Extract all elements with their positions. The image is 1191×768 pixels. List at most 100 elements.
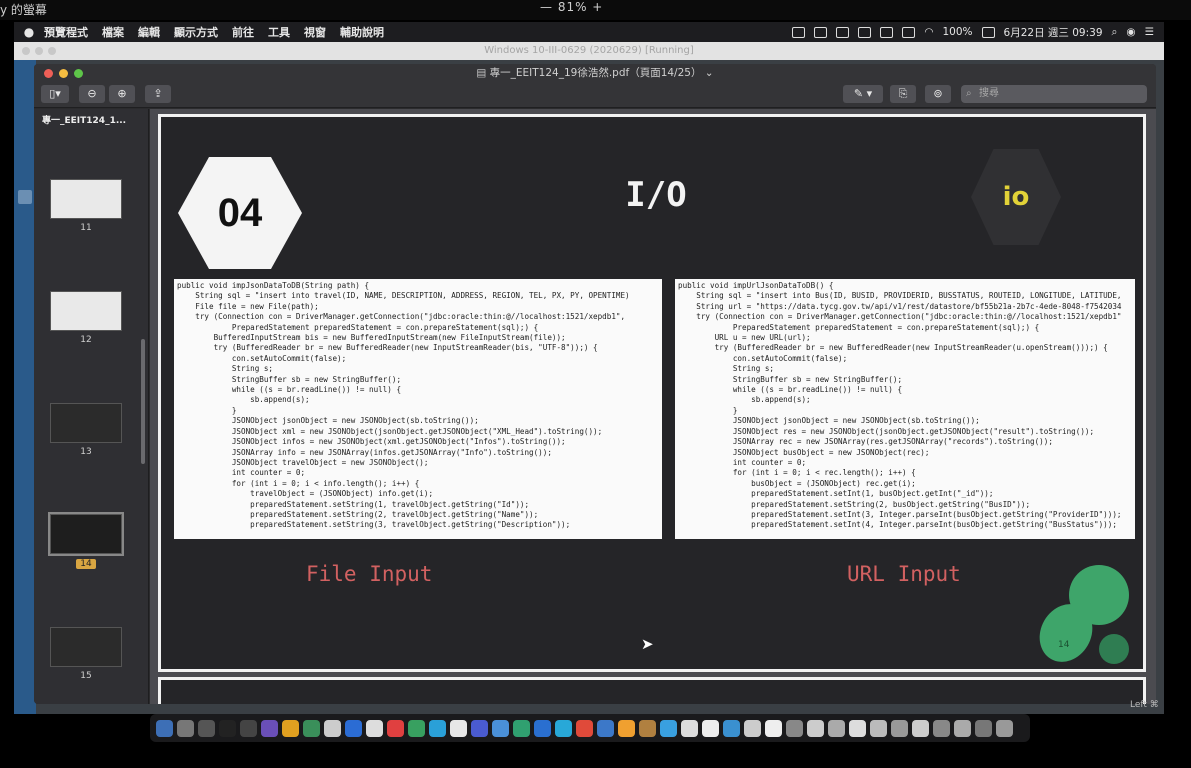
- menu-item-go[interactable]: 前往: [232, 24, 254, 40]
- rotate-button[interactable]: ⎘: [890, 85, 916, 103]
- menu-item-help[interactable]: 輔助說明: [340, 24, 384, 40]
- battery-text[interactable]: 100%: [943, 26, 973, 38]
- dock-app-icon[interactable]: [828, 719, 845, 737]
- chat-icon[interactable]: [858, 26, 872, 38]
- sidebar-scrollbar[interactable]: [141, 339, 145, 464]
- keyboard-icon[interactable]: [902, 26, 916, 38]
- dock-app-icon[interactable]: [891, 719, 908, 737]
- zoom-in-button[interactable]: ⊕: [109, 85, 135, 103]
- dock-app-icon[interactable]: [702, 719, 719, 737]
- zoom-button[interactable]: [74, 69, 83, 78]
- dock-app-icon[interactable]: [912, 719, 929, 737]
- dock-app-icon[interactable]: [261, 719, 278, 737]
- code-line: try (Connection con = DriverManager.getC…: [678, 312, 1122, 322]
- desktop-icon[interactable]: [18, 190, 32, 204]
- thumbnail-page-15[interactable]: [50, 627, 122, 667]
- dock-app-icon[interactable]: [324, 719, 341, 737]
- sidebar-toggle-button[interactable]: ▯▾: [41, 85, 69, 103]
- dock-app-icon[interactable]: [513, 719, 530, 737]
- dock-app-icon[interactable]: [744, 719, 761, 737]
- zoom-out-button[interactable]: ⊖: [79, 85, 105, 103]
- dock-app-icon[interactable]: [156, 719, 173, 737]
- thumbnail-page-11[interactable]: [50, 179, 122, 219]
- dock-app-icon[interactable]: [954, 719, 971, 737]
- vm-close-button[interactable]: [22, 47, 30, 55]
- markup-pen-button[interactable]: ✎ ▾: [843, 85, 883, 103]
- dock-app-icon[interactable]: [723, 719, 740, 737]
- dock-app-icon[interactable]: [765, 719, 782, 737]
- vm-minimize-button[interactable]: [35, 47, 43, 55]
- dock-app-icon[interactable]: [807, 719, 824, 737]
- control-center-icon[interactable]: ☰: [1145, 26, 1154, 38]
- dock-app-icon[interactable]: [933, 719, 950, 737]
- code-line: String s;: [678, 364, 775, 374]
- apple-icon[interactable]: ●: [14, 25, 44, 39]
- document-view[interactable]: 04 I/O io public void impJsonDataToDB(St…: [150, 109, 1156, 704]
- menubar-datetime[interactable]: 6月22日 週三 09:39: [1004, 25, 1103, 40]
- dock-app-icon[interactable]: [387, 719, 404, 737]
- dock-app-icon[interactable]: [870, 719, 887, 737]
- menu-item-file[interactable]: 檔案: [102, 24, 124, 40]
- code-line: con.setAutoCommit(false);: [177, 353, 347, 363]
- menu-item-view[interactable]: 顯示方式: [174, 24, 218, 40]
- wifi-icon[interactable]: ◠: [924, 26, 933, 38]
- search-field[interactable]: ⌕ 搜尋: [961, 85, 1147, 103]
- input-method-icon[interactable]: [880, 26, 894, 38]
- dock-app-icon[interactable]: [429, 719, 446, 737]
- share-button[interactable]: ⇪: [145, 85, 171, 103]
- thumbnail-page-14[interactable]: [48, 512, 124, 556]
- app-status-icon[interactable]: [836, 26, 850, 38]
- annotate-button[interactable]: ⊚: [925, 85, 951, 103]
- spotlight-icon[interactable]: ⌕: [1112, 26, 1118, 39]
- siri-icon[interactable]: ◉: [1126, 26, 1135, 38]
- vm-window-titlebar[interactable]: Windows 10-III-0629 (2020629) [Running]: [14, 42, 1164, 60]
- menu-item-window[interactable]: 視窗: [304, 24, 326, 40]
- headphones-icon[interactable]: [792, 26, 806, 38]
- dock-app-icon[interactable]: [681, 719, 698, 737]
- dock-app-icon[interactable]: [597, 719, 614, 737]
- battery-icon: [981, 26, 995, 38]
- thumbnail-label: 15: [80, 671, 92, 681]
- thumbnail-label: 12: [80, 335, 92, 345]
- dock-app-icon[interactable]: [345, 719, 362, 737]
- preview-window: ▤ 專一_EEIT124_19徐浩然.pdf（頁面14/25） ⌄ ▯▾ ⊖ ⊕…: [34, 64, 1156, 704]
- dock-app-icon[interactable]: [198, 719, 215, 737]
- dock-app-icon[interactable]: [849, 719, 866, 737]
- dock-app-icon[interactable]: [660, 719, 677, 737]
- dock-app-icon[interactable]: [282, 719, 299, 737]
- dock-app-icon[interactable]: [576, 719, 593, 737]
- code-screenshot-url-input: public void impUrlJsonDataToDB() { Strin…: [675, 279, 1135, 539]
- dock-app-icon[interactable]: [408, 719, 425, 737]
- code-line: JSONObject jsonObject = new JSONObject(s…: [678, 416, 980, 426]
- dock-app-icon[interactable]: [534, 719, 551, 737]
- dock-app-icon[interactable]: [975, 719, 992, 737]
- menu-item-edit[interactable]: 編輯: [138, 24, 160, 40]
- dock-app-icon[interactable]: [366, 719, 383, 737]
- cloud-icon[interactable]: [814, 26, 828, 38]
- dock-app-icon[interactable]: [240, 719, 257, 737]
- zoom-level[interactable]: — 81% +: [540, 0, 603, 14]
- thumbnail-page-13[interactable]: [50, 403, 122, 443]
- section-number-hexagon: 04: [178, 157, 302, 269]
- dock-app-icon[interactable]: [471, 719, 488, 737]
- dock-app-icon[interactable]: [219, 719, 236, 737]
- sidebar-document-name[interactable]: 專一_EEIT124_1...: [42, 113, 126, 126]
- thumbnail-page-12[interactable]: [50, 291, 122, 331]
- dock-app-icon[interactable]: [177, 719, 194, 737]
- dock-app-icon[interactable]: [618, 719, 635, 737]
- dock-app-icon[interactable]: [555, 719, 572, 737]
- menu-item-tools[interactable]: 工具: [268, 24, 290, 40]
- code-line: PreparedStatement preparedStatement = co…: [177, 322, 539, 332]
- dock-app-icon[interactable]: [492, 719, 509, 737]
- dock-app-icon[interactable]: [786, 719, 803, 737]
- dock-app-icon[interactable]: [303, 719, 320, 737]
- vm-zoom-button[interactable]: [48, 47, 56, 55]
- dock-app-icon[interactable]: [639, 719, 656, 737]
- close-button[interactable]: [44, 69, 53, 78]
- minimize-button[interactable]: [59, 69, 68, 78]
- menu-item-preview[interactable]: 預覽程式: [44, 24, 88, 40]
- chevron-down-icon[interactable]: ⌄: [701, 67, 714, 79]
- preview-titlebar[interactable]: ▤ 專一_EEIT124_19徐浩然.pdf（頁面14/25） ⌄: [34, 64, 1156, 82]
- dock-app-icon[interactable]: [996, 719, 1013, 737]
- dock-app-icon[interactable]: [450, 719, 467, 737]
